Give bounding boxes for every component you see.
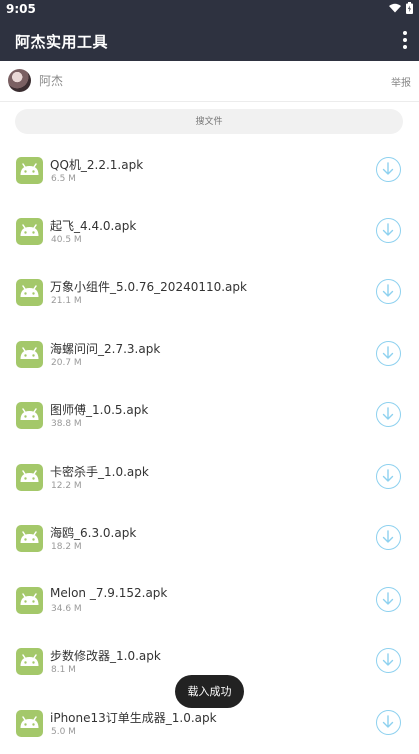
android-apk-icon: [16, 464, 43, 491]
android-apk-icon: [16, 279, 43, 306]
android-apk-icon: [16, 218, 43, 245]
android-apk-icon: [16, 648, 43, 675]
file-size: 34.6 M: [51, 604, 82, 614]
download-arrow-icon[interactable]: [376, 587, 401, 612]
android-apk-icon: [16, 587, 43, 614]
android-apk-icon: [16, 710, 43, 737]
file-item[interactable]: Melon _7.9.152.apk 34.6 M: [0, 570, 419, 631]
file-size: 8.1 M: [51, 665, 76, 675]
file-item[interactable]: QQ机_2.2.1.apk 6.5 M: [0, 140, 419, 201]
file-size: 18.2 M: [51, 542, 82, 552]
download-arrow-icon[interactable]: [376, 218, 401, 243]
app-title: 阿杰实用工具: [15, 33, 109, 51]
file-size: 5.0 M: [51, 727, 76, 737]
download-arrow-icon[interactable]: [376, 525, 401, 550]
file-item[interactable]: 海鸥_6.3.0.apk 18.2 M: [0, 508, 419, 569]
android-apk-icon: [16, 157, 43, 184]
file-size: 12.2 M: [51, 481, 82, 491]
search-input[interactable]: [15, 109, 403, 134]
file-name: iPhone13订单生成器_1.0.apk: [50, 711, 217, 725]
android-apk-icon: [16, 525, 43, 552]
report-link[interactable]: 举报: [391, 74, 411, 89]
download-arrow-icon[interactable]: [376, 648, 401, 673]
download-arrow-icon[interactable]: [376, 464, 401, 489]
file-item[interactable]: 海螺问问_2.7.3.apk 20.7 M: [0, 324, 419, 385]
file-size: 40.5 M: [51, 235, 82, 245]
file-name: 海螺问问_2.7.3.apk: [50, 342, 161, 356]
avatar[interactable]: [8, 69, 31, 92]
file-size: 6.5 M: [51, 174, 76, 184]
file-name: 图师傅_1.0.5.apk: [50, 403, 149, 417]
more-vert-icon[interactable]: [399, 29, 411, 51]
download-arrow-icon[interactable]: [376, 157, 401, 182]
file-size: 21.1 M: [51, 296, 82, 306]
android-apk-icon: [16, 341, 43, 368]
file-name: Melon _7.9.152.apk: [50, 586, 168, 600]
user-name[interactable]: 阿杰: [39, 72, 63, 89]
file-name: 万象小组件_5.0.76_20240110.apk: [50, 280, 247, 294]
app-bar: 阿杰实用工具: [0, 20, 419, 61]
status-time: 9:05: [6, 2, 36, 16]
file-item[interactable]: 卡密杀手_1.0.apk 12.2 M: [0, 447, 419, 508]
download-arrow-icon[interactable]: [376, 402, 401, 427]
file-name: 卡密杀手_1.0.apk: [50, 465, 149, 479]
file-item[interactable]: 图师傅_1.0.5.apk 38.8 M: [0, 385, 419, 446]
user-row: 阿杰 举报: [0, 61, 419, 102]
download-arrow-icon[interactable]: [376, 710, 401, 735]
status-bar: 9:05: [0, 0, 419, 20]
file-size: 20.7 M: [51, 358, 82, 368]
file-size: 38.8 M: [51, 419, 82, 429]
battery-icon: [406, 2, 413, 14]
file-name: 起飞_4.4.0.apk: [50, 219, 137, 233]
file-item[interactable]: 起飞_4.4.0.apk 40.5 M: [0, 201, 419, 262]
wifi-icon: [389, 3, 401, 13]
android-apk-icon: [16, 402, 43, 429]
toast-message: 载入成功: [175, 675, 244, 708]
file-name: 海鸥_6.3.0.apk: [50, 526, 137, 540]
file-item[interactable]: 万象小组件_5.0.76_20240110.apk 21.1 M: [0, 262, 419, 323]
file-name: 步数修改器_1.0.apk: [50, 649, 161, 663]
download-arrow-icon[interactable]: [376, 341, 401, 366]
file-name: QQ机_2.2.1.apk: [50, 158, 144, 172]
status-icons: [389, 2, 413, 14]
download-arrow-icon[interactable]: [376, 279, 401, 304]
